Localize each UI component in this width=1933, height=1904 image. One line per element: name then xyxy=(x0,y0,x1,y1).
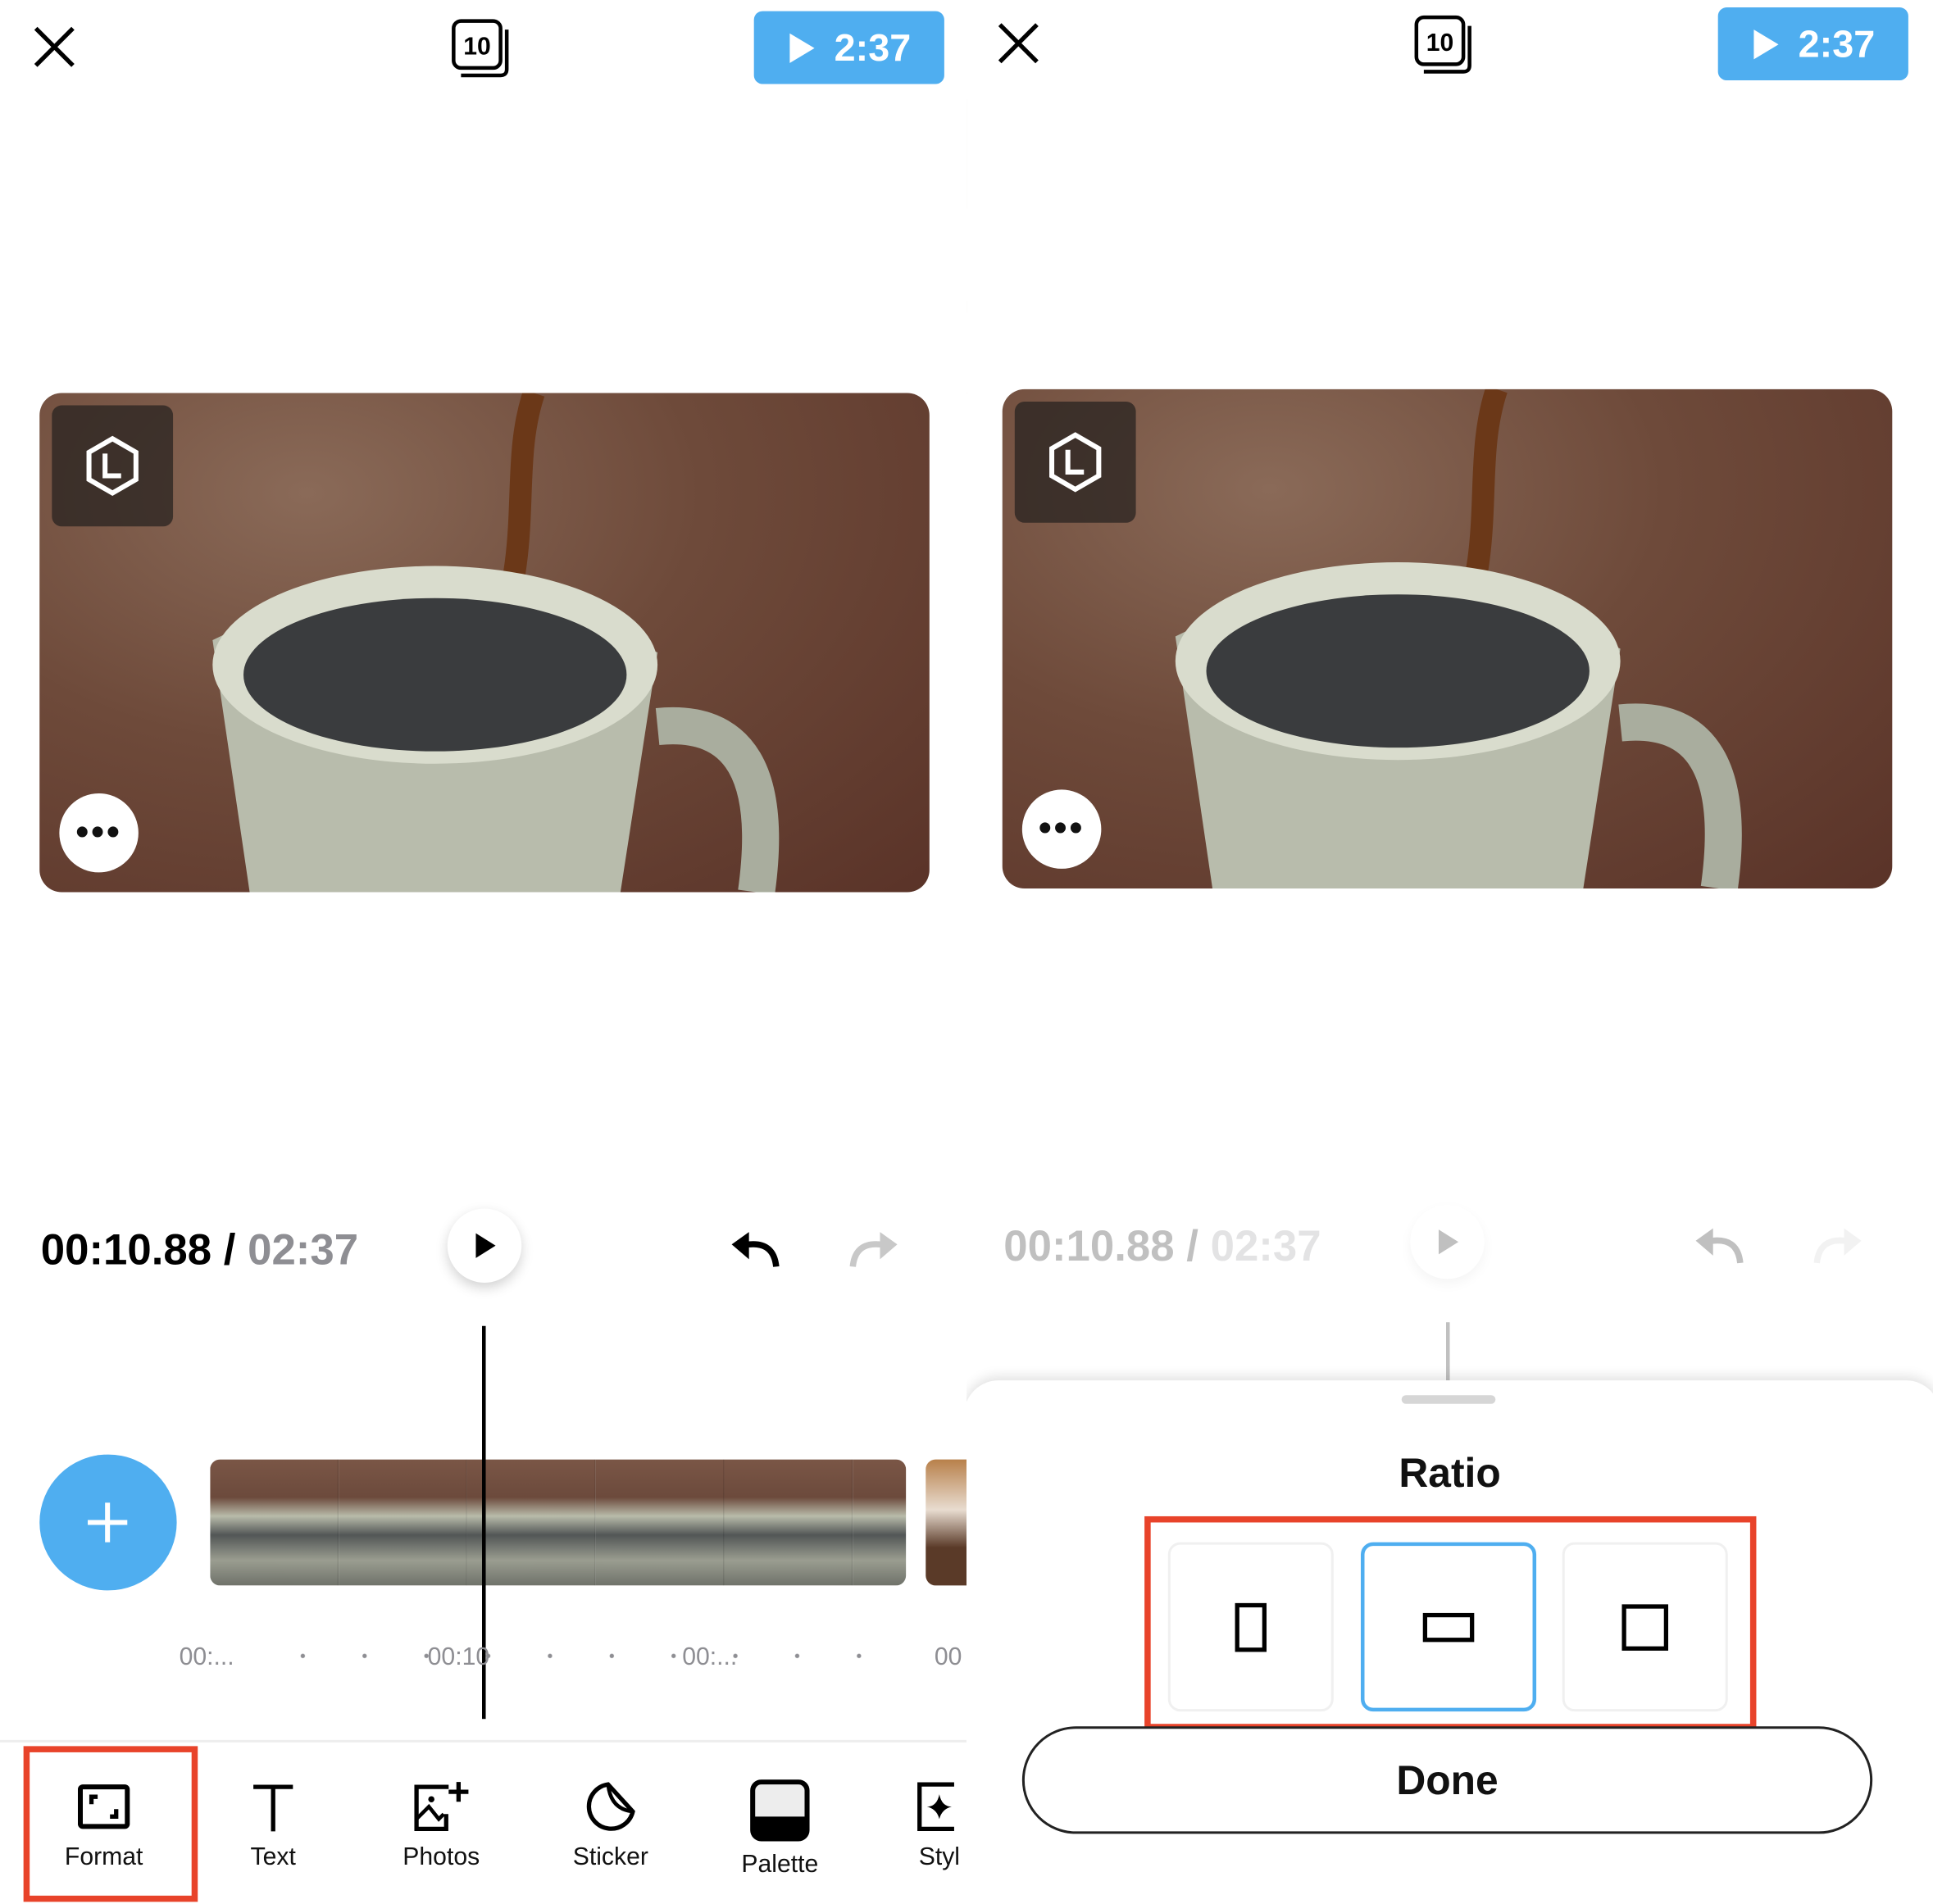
palette-icon xyxy=(750,1779,810,1842)
close-icon[interactable] xyxy=(996,21,1040,66)
tool-photos[interactable]: Photos xyxy=(367,1779,516,1872)
time-readout: 00:10.88 / 02:37 xyxy=(40,1225,359,1275)
style-icon xyxy=(917,1782,954,1832)
add-photo-icon xyxy=(414,1782,469,1832)
clip-frame xyxy=(595,1459,725,1586)
clip-frame xyxy=(339,1459,467,1586)
tool-text[interactable]: Text xyxy=(199,1779,348,1872)
plus-icon xyxy=(88,1502,128,1543)
undo-icon[interactable] xyxy=(727,1229,784,1271)
ratio-panel: 10 2:37 ••• 00:10.88 / 02:37 Ratio Done xyxy=(966,0,1933,1904)
sticker-icon xyxy=(586,1782,635,1831)
ten-clips-icon[interactable]: 10 xyxy=(450,17,512,79)
play-button[interactable] xyxy=(447,1208,522,1283)
sheet-handle[interactable] xyxy=(1401,1395,1496,1404)
video-preview[interactable]: ••• xyxy=(39,393,930,893)
time-readout: 00:10.88 / 02:37 xyxy=(1003,1222,1321,1270)
more-options-button[interactable]: ••• xyxy=(1021,789,1102,869)
video-clip-track[interactable] xyxy=(210,1459,907,1586)
redo-icon xyxy=(1813,1228,1862,1264)
done-button[interactable]: Done xyxy=(1021,1726,1873,1834)
tool-sticker[interactable]: Sticker xyxy=(536,1779,685,1872)
logo-badge[interactable] xyxy=(1014,402,1136,523)
hexagon-logo-icon xyxy=(1049,432,1102,493)
editor-panel: 10 2:37 ••• 00:10.88 / 02:37 00:... 00:1… xyxy=(0,0,967,1904)
logo-badge[interactable] xyxy=(52,405,174,527)
timeline-dots xyxy=(271,1653,915,1659)
play-icon xyxy=(475,1233,496,1258)
video-preview[interactable]: ••• xyxy=(1002,389,1893,889)
clip-frame xyxy=(466,1459,596,1586)
redo-icon[interactable] xyxy=(845,1229,902,1271)
close-icon[interactable] xyxy=(32,25,76,69)
svg-text:10: 10 xyxy=(463,33,491,60)
clip-frame xyxy=(210,1459,339,1586)
add-clip-button[interactable] xyxy=(39,1454,177,1591)
clip-frame xyxy=(724,1459,853,1586)
tool-style[interactable]: Styl xyxy=(865,1779,966,1872)
undo-icon xyxy=(1695,1228,1744,1264)
preview-play-button[interactable]: 2:37 xyxy=(753,11,944,84)
text-icon xyxy=(253,1784,293,1832)
sheet-title: Ratio xyxy=(1399,1449,1501,1496)
toolbar-divider xyxy=(0,1739,967,1743)
play-icon xyxy=(789,32,815,63)
clip-frame xyxy=(853,1459,907,1586)
preview-play-button[interactable]: 2:37 xyxy=(1717,7,1908,81)
ten-clips-icon[interactable]: 10 xyxy=(1412,14,1474,75)
play-icon xyxy=(1438,1229,1459,1255)
timeline-tick: 00:... xyxy=(179,1643,234,1671)
svg-text:10: 10 xyxy=(1426,30,1454,57)
next-clip[interactable] xyxy=(926,1459,967,1586)
tool-palette[interactable]: Palette xyxy=(706,1779,854,1879)
ratio-highlight xyxy=(1144,1515,1757,1730)
hexagon-logo-icon xyxy=(86,435,139,497)
more-options-button[interactable]: ••• xyxy=(59,793,139,873)
format-highlight xyxy=(23,1746,198,1902)
play-icon xyxy=(1753,29,1779,59)
timeline-tick: 00 xyxy=(934,1643,962,1671)
play-button xyxy=(1410,1205,1485,1279)
